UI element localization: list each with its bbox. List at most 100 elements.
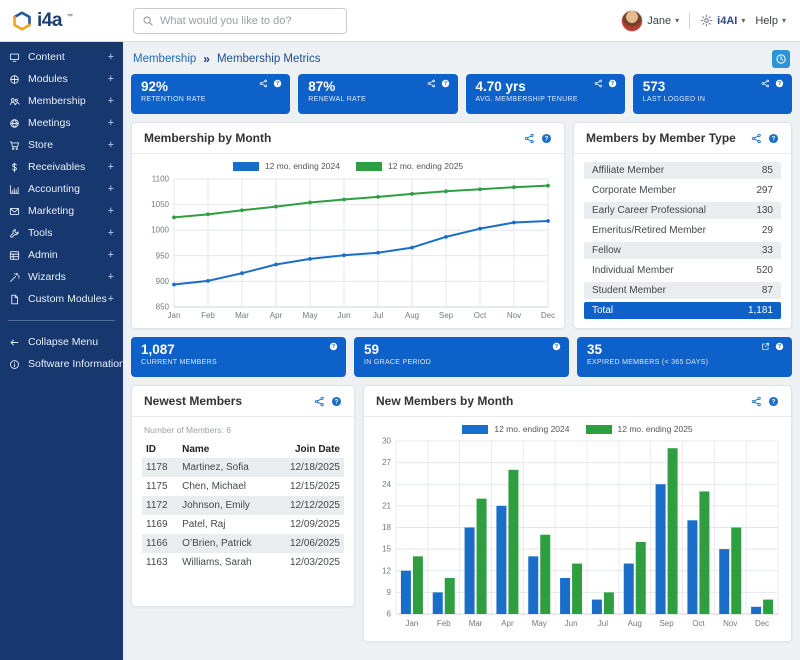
share-nodes-icon[interactable] [751,133,762,144]
question-circle-icon[interactable]: ? [273,79,282,88]
sidebar-item-store[interactable]: Store+ [0,134,123,156]
i4ai-menu[interactable]: i4AI ▾ [700,14,745,27]
question-circle-icon[interactable]: ? [552,342,561,351]
share-nodes-icon[interactable] [524,133,535,144]
sidebar-item-wizards[interactable]: Wizards+ [0,266,123,288]
kpi-card-last-logged-in: ?573LAST LOGGED IN [633,74,792,114]
sidebar-item-meetings[interactable]: Meetings+ [0,112,123,134]
members-by-type-card: Members by Member Type ? Affiliate Membe… [573,122,792,329]
member-type-label: Emeritus/Retired Member [592,225,706,236]
legend-swatch [462,425,488,434]
user-menu[interactable]: Jane ▾ [621,10,679,32]
question-circle-icon[interactable]: ? [441,79,450,88]
question-circle-icon[interactable]: ? [608,79,617,88]
search-input[interactable] [160,15,338,27]
sidebar-item-label: Store [28,139,108,151]
newest-members-table: IDNameJoin Date 1178Martinez, Sofia12/18… [142,441,344,572]
svg-text:27: 27 [382,458,391,467]
member-type-value: 297 [756,185,773,196]
share-nodes-icon[interactable] [751,396,762,407]
logo-text: i4a [37,10,62,32]
question-circle-icon[interactable]: ? [541,133,552,144]
chevron-down-icon: ▾ [675,16,679,25]
kpi-card-avg-membership-tenure: ?4.70 yrsAVG. MEMBERSHIP TENURE [466,74,625,114]
total-value: 1,181 [748,305,773,316]
svg-text:24: 24 [382,480,391,489]
cart-icon [9,140,20,151]
logo-hexagon-icon [12,11,32,31]
share-nodes-icon[interactable] [314,396,325,407]
card-title: Membership by Month [144,131,271,145]
kpi-label: CURRENT MEMBERS [141,359,336,366]
app-logo[interactable]: i4a ™ [0,10,123,32]
kpi-card-renewal-rate: ?87%RENEWAL RATE [298,74,457,114]
svg-text:?: ? [555,344,558,350]
share-nodes-icon[interactable] [427,79,436,88]
expand-plus-icon: + [108,51,114,63]
question-circle-icon[interactable]: ? [775,342,784,351]
expand-plus-icon: + [108,161,114,173]
legend-item[interactable]: 12 mo. ending 2025 [586,424,693,434]
kpi-row-top: ?92%RETENTION RATE?87%RENEWAL RATE?4.70 … [131,74,792,114]
sidebar-item-modules[interactable]: Modules+ [0,68,123,90]
question-circle-icon[interactable]: ? [768,396,779,407]
svg-text:Feb: Feb [201,311,215,320]
globe-icon [9,118,20,129]
expand-plus-icon: + [108,227,114,239]
member-id: 1172 [142,496,178,515]
question-circle-icon[interactable]: ? [775,79,784,88]
svg-text:18: 18 [382,523,391,532]
help-menu[interactable]: Help ▾ [755,15,786,27]
svg-text:Sep: Sep [659,619,674,628]
breadcrumb-membership[interactable]: Membership [133,53,196,65]
sidebar-item-receivables[interactable]: Receivables+ [0,156,123,178]
global-search[interactable] [133,8,347,34]
sidebar-item-membership[interactable]: Membership+ [0,90,123,112]
kpi-label: IN GRACE PERIOD [364,359,559,366]
sidebar-item-label: Wizards [28,271,108,283]
sidebar-item-label: Receivables [28,161,108,173]
new-members-by-month-card: New Members by Month ? 12 mo. ending 202… [363,385,792,642]
sidebar-item-custom-modules[interactable]: Custom Modules+ [0,288,123,310]
share-nodes-icon[interactable] [594,79,603,88]
sidebar-item-content[interactable]: Content+ [0,46,123,68]
svg-text:May: May [532,619,547,628]
external-link-icon[interactable] [761,342,770,351]
i4ai-label: i4AI [717,15,737,27]
kpi-row-middle: ?1,087CURRENT MEMBERS?59IN GRACE PERIOD?… [131,337,792,377]
share-nodes-icon[interactable] [761,79,770,88]
kpi-value: 35 [587,342,782,357]
collapse-menu-button[interactable]: Collapse Menu [0,331,123,353]
search-icon [142,15,154,27]
question-circle-icon[interactable]: ? [768,133,779,144]
svg-text:Feb: Feb [437,619,451,628]
share-nodes-icon[interactable] [259,79,268,88]
expand-plus-icon: + [108,139,114,151]
svg-text:12: 12 [382,566,391,575]
line-chart-legend: 12 mo. ending 2024 12 mo. ending 2025 [132,154,564,173]
svg-text:6: 6 [387,610,392,619]
column-header-id: ID [142,441,178,458]
question-circle-icon[interactable]: ? [329,342,338,351]
total-label: Total [592,305,613,316]
svg-text:1100: 1100 [152,175,170,184]
clock-widget-button[interactable] [772,50,790,68]
grid-icon [9,250,20,261]
svg-text:?: ? [443,81,446,87]
member-name: Johnson, Emily [178,496,273,515]
software-information-button[interactable]: Software Information [0,353,123,375]
table-row: 1163Williams, Sarah12/03/2025 [142,553,344,572]
svg-text:9: 9 [387,588,392,597]
legend-item[interactable]: 12 mo. ending 2024 [233,161,340,171]
member-id: 1175 [142,477,178,496]
question-circle-icon[interactable]: ? [331,396,342,407]
sidebar-item-marketing[interactable]: Marketing+ [0,200,123,222]
legend-item[interactable]: 12 mo. ending 2024 [462,424,569,434]
sidebar-item-admin[interactable]: Admin+ [0,244,123,266]
kpi-value: 1,087 [141,342,336,357]
svg-text:30: 30 [382,437,391,446]
legend-item[interactable]: 12 mo. ending 2025 [356,161,463,171]
sidebar-item-tools[interactable]: Tools+ [0,222,123,244]
kpi-card-in-grace-period: ?59IN GRACE PERIOD [354,337,569,377]
sidebar-item-accounting[interactable]: Accounting+ [0,178,123,200]
